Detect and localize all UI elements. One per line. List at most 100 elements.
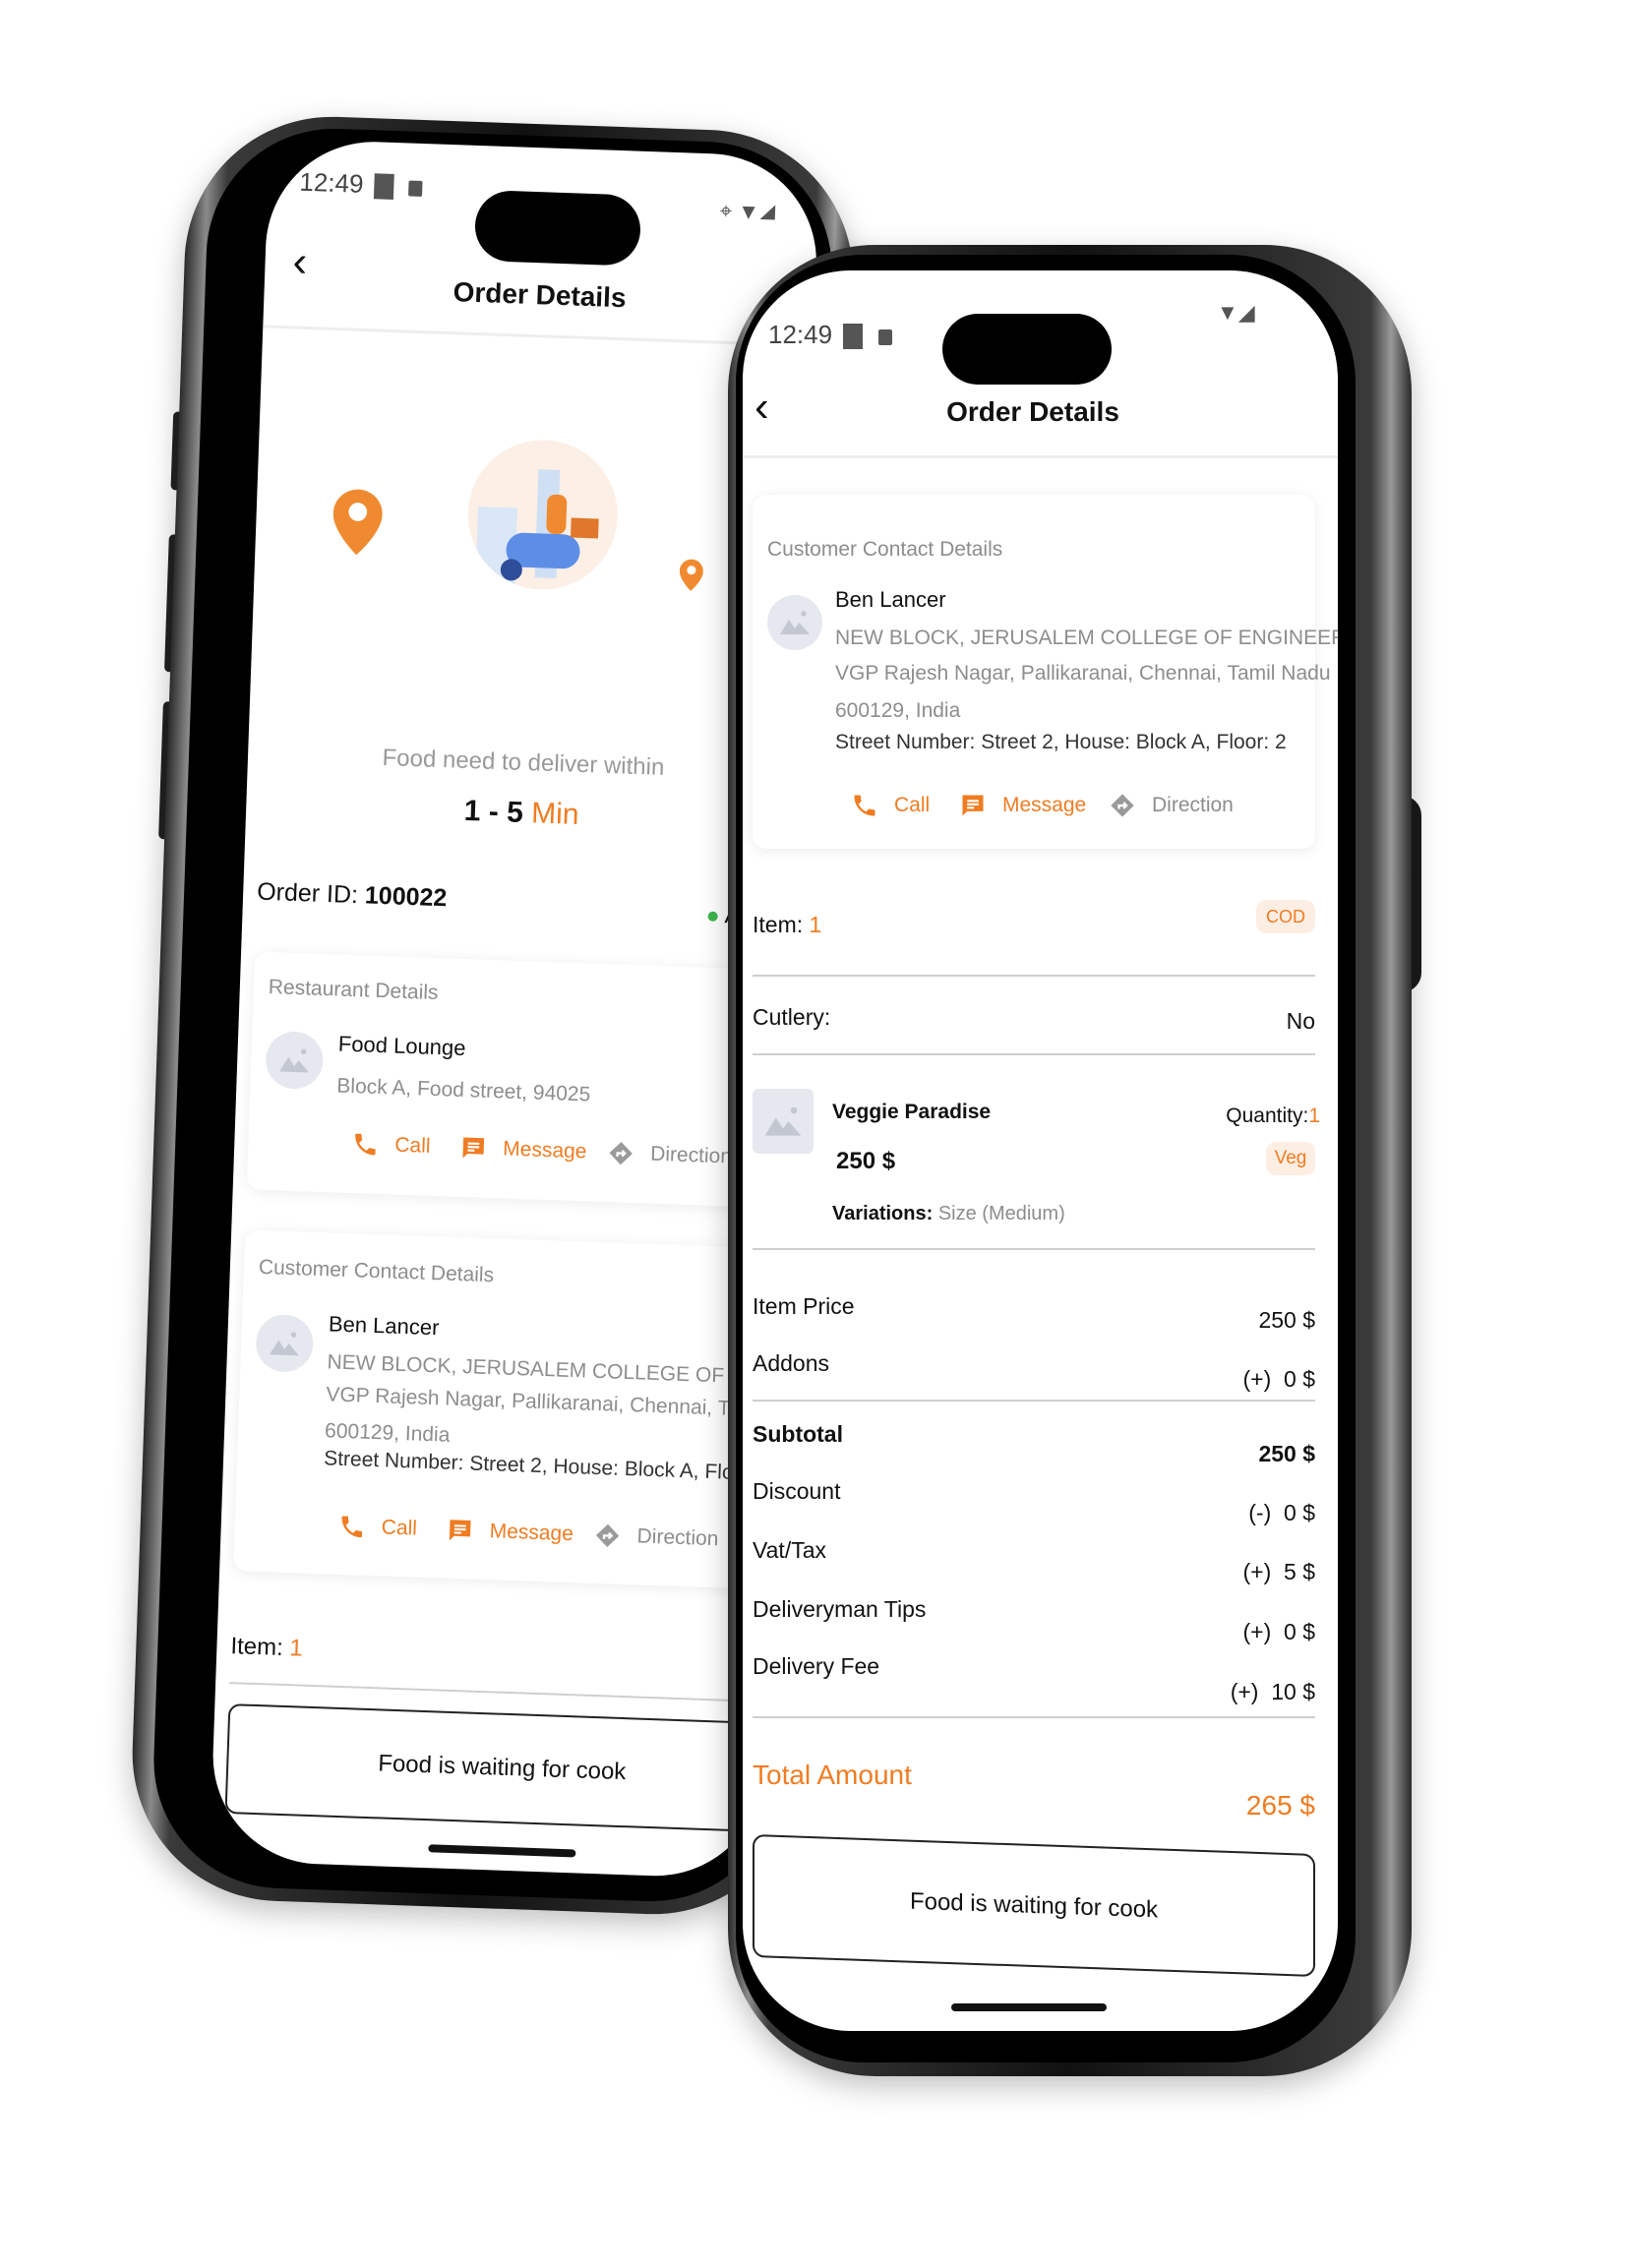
message-label: Message xyxy=(1002,794,1087,816)
address-line: NEW BLOCK, JERUSALEM COLLEGE OF ENGINEER… xyxy=(835,627,1338,649)
direction-label: Direction xyxy=(649,1142,733,1168)
home-indicator xyxy=(951,2003,1107,2011)
summary-value: 250 $ xyxy=(1258,1441,1315,1466)
summary-label: Deliveryman Tips xyxy=(753,1596,927,1622)
status-action-label: Food is waiting for cook xyxy=(909,1887,1159,1923)
address-line: VGP Rajesh Nagar, Pallikaranai, Chennai,… xyxy=(835,662,1331,685)
status-action-button[interactable]: Food is waiting for cook xyxy=(753,1834,1315,1977)
variations-value: Size (Medium) xyxy=(937,1203,1065,1224)
status-dot xyxy=(707,911,718,922)
address-line: 600129, India xyxy=(835,699,961,722)
order-id-value: 100022 xyxy=(364,881,448,913)
time-unit: Min xyxy=(530,797,580,831)
call-button[interactable]: Call xyxy=(851,792,930,819)
summary-value: (-) 0 $ xyxy=(1248,1500,1315,1525)
restaurant-avatar xyxy=(265,1030,325,1090)
divider xyxy=(753,1053,1315,1055)
divider xyxy=(229,1682,780,1703)
product-quantity: Quantity:1 xyxy=(1226,1104,1320,1128)
summary-value: (+) 10 $ xyxy=(1230,1679,1315,1704)
direction-button[interactable]: Direction xyxy=(607,1139,733,1170)
summary-label: Delivery Fee xyxy=(753,1653,880,1679)
customer-avatar xyxy=(767,595,822,650)
message-button[interactable]: Message xyxy=(446,1517,573,1548)
restaurant-name: Food Lounge xyxy=(337,1031,466,1061)
customer-avatar xyxy=(255,1313,315,1373)
section-title: Restaurant Details xyxy=(268,976,439,1005)
status-signal-icons: ⌖ ▼◢ xyxy=(719,198,777,225)
message-button[interactable]: Message xyxy=(959,792,1086,819)
status-time: 12:49 xyxy=(298,166,365,199)
status-notification-icon xyxy=(373,173,394,200)
direction-icon xyxy=(607,1139,635,1167)
summary-value: (+) 0 $ xyxy=(1242,1366,1315,1392)
divider xyxy=(753,1716,1315,1718)
call-label: Call xyxy=(894,794,931,816)
customer-card: Customer Contact Details Ben Lancer NEW … xyxy=(753,495,1338,849)
delivery-time: 1 - 5 Min xyxy=(246,787,798,840)
order-id: Order ID: 100022 xyxy=(257,878,448,914)
product-variations: Variations: Size (Medium) xyxy=(832,1203,1065,1225)
direction-icon xyxy=(593,1522,622,1550)
phone-icon xyxy=(337,1513,366,1541)
direction-label: Direction xyxy=(636,1524,719,1551)
message-button[interactable]: Message xyxy=(459,1134,587,1165)
dynamic-island xyxy=(942,314,1112,385)
status-a-icon xyxy=(408,180,423,197)
restaurant-address: Block A, Food street, 94025 xyxy=(336,1074,591,1106)
location-pin-icon xyxy=(332,487,383,558)
cutlery-value: No xyxy=(1286,1008,1315,1034)
street-info: Street Number: Street 2, House: Block A,… xyxy=(323,1447,776,1486)
divider xyxy=(753,1400,1315,1402)
summary-value: 250 $ xyxy=(1258,1307,1315,1333)
product-price: 250 $ xyxy=(836,1148,896,1174)
address-line: 600129, India xyxy=(324,1419,451,1447)
location-pin-icon xyxy=(679,558,703,592)
section-title: Customer Contact Details xyxy=(767,538,1003,561)
summary-label: Subtotal xyxy=(753,1421,843,1447)
page-title: Order Details xyxy=(946,396,1119,427)
status-signal-icons: ▼◢ xyxy=(1217,300,1255,325)
message-icon xyxy=(959,792,987,819)
status-action-button[interactable]: Food is waiting for cook xyxy=(224,1703,780,1833)
front-screen: 12:49 ▼◢ ‹ Order Details Customer Contac… xyxy=(743,270,1338,2031)
summary-value: (+) 0 $ xyxy=(1242,1619,1315,1644)
direction-button[interactable]: Direction xyxy=(593,1522,719,1553)
phone-icon xyxy=(851,792,878,819)
status-time: 12:49 xyxy=(768,320,833,349)
product-name: Veggie Paradise xyxy=(832,1101,992,1123)
customer-name: Ben Lancer xyxy=(835,587,946,612)
restaurant-card: Restaurant Details Food Lounge Block A, … xyxy=(246,951,806,1209)
summary-value: (+) 5 $ xyxy=(1242,1559,1315,1584)
status-action-label: Food is waiting for cook xyxy=(377,1750,627,1786)
payment-badge: COD xyxy=(1256,900,1315,933)
quantity-label: Quantity: xyxy=(1226,1104,1309,1127)
divider xyxy=(753,975,1315,977)
total-value: 265 $ xyxy=(1245,1790,1315,1820)
direction-label: Direction xyxy=(1152,794,1234,816)
phone-icon xyxy=(351,1130,380,1159)
delivery-text: Food need to deliver within xyxy=(382,744,665,781)
direction-button[interactable]: Direction xyxy=(1109,792,1234,819)
call-label: Call xyxy=(393,1133,431,1158)
message-icon xyxy=(446,1517,474,1545)
call-button[interactable]: Call xyxy=(337,1513,417,1543)
call-label: Call xyxy=(381,1516,418,1540)
direction-icon xyxy=(1109,792,1136,819)
status-a-icon xyxy=(878,329,892,345)
time-range: 1 - 5 xyxy=(463,794,524,829)
order-id-label: Order ID: xyxy=(256,877,359,910)
customer-card: Customer Contact Details Ben Lancer NEW … xyxy=(233,1229,820,1590)
status-notification-icon xyxy=(843,324,863,349)
variations-label: Variations: xyxy=(832,1203,934,1224)
section-title: Customer Contact Details xyxy=(258,1255,495,1287)
call-button[interactable]: Call xyxy=(351,1130,431,1161)
item-count: Item: 1 xyxy=(230,1633,303,1663)
item-count-value: 1 xyxy=(288,1635,304,1662)
header-divider xyxy=(743,455,1338,458)
summary-label: Vat/Tax xyxy=(753,1537,826,1563)
message-icon xyxy=(459,1134,488,1163)
summary-label: Addons xyxy=(753,1350,830,1376)
veg-badge: Veg xyxy=(1266,1142,1315,1175)
message-label: Message xyxy=(502,1137,587,1164)
